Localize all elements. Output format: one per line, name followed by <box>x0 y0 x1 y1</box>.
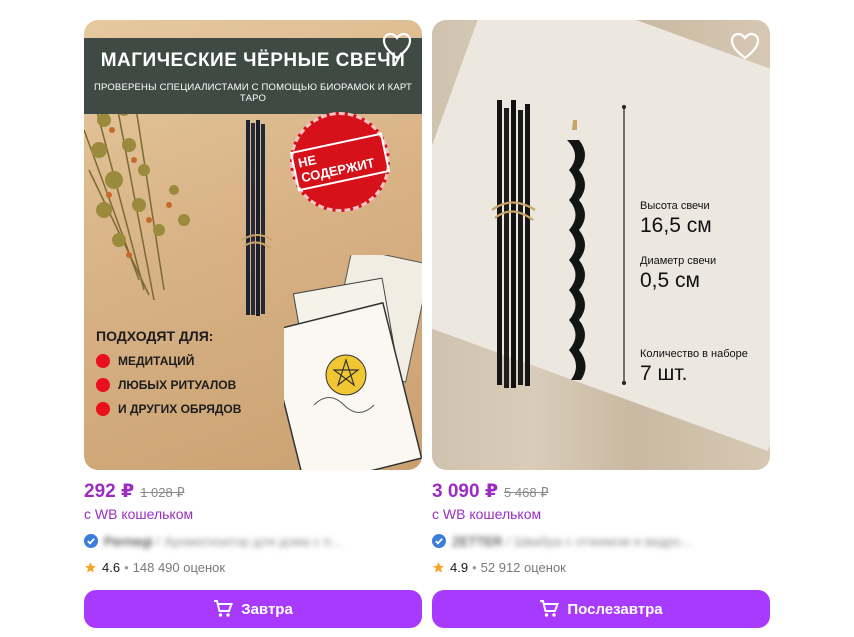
reviews-count: 148 490 оценок <box>132 559 226 575</box>
no-additives-stamp: НЕ СОДЕРЖИТ <box>280 102 400 222</box>
bullet-dot <box>96 354 110 368</box>
rating-row: 4.9 • 52 912 оценок <box>432 558 770 576</box>
black-candles-illustration <box>241 120 273 320</box>
stamp-text: НЕ СОДЕРЖИТ <box>289 132 391 192</box>
add-to-cart-button[interactable]: Послезавтра <box>432 590 770 628</box>
product-image[interactable]: МАГИЧЕСКИЕ ЧЁРНЫЕ СВЕЧИ ПРОВЕРЕНЫ СПЕЦИА… <box>84 20 422 470</box>
dot-separator: • <box>124 559 129 575</box>
product-image[interactable]: Высота свечи 16,5 см Диаметр свечи 0,5 с… <box>432 20 770 470</box>
delivery-label: Послезавтра <box>567 600 663 618</box>
spec-height: Высота свечи 16,5 см <box>640 200 712 238</box>
measure-line <box>622 105 626 385</box>
wallet-note: с WB кошельком <box>84 506 194 522</box>
banner-subtitle: ПРОВЕРЕНЫ СПЕЦИАЛИСТАМИ С ПОМОЩЬЮ БИОРАМ… <box>93 82 413 104</box>
cart-icon <box>540 600 560 617</box>
spec-value: 16,5 см <box>640 214 712 237</box>
spec-value: 0,5 см <box>640 269 700 292</box>
rating-value: 4.9 <box>450 559 469 575</box>
brand-row[interactable]: Permegi / Ароматизатор для дома с п... <box>84 532 422 550</box>
dried-herbs-illustration <box>84 89 234 310</box>
add-to-cart-button[interactable]: Завтра <box>84 590 422 628</box>
reviews-count: 52 912 оценок <box>480 559 566 575</box>
fits-item-label: И ДРУГИХ ОБРЯДОВ <box>118 402 242 416</box>
price-row: 3 090 ₽ 5 468 ₽ <box>432 480 770 502</box>
dot-separator: • <box>472 559 477 575</box>
current-price: 3 090 ₽ <box>432 481 499 502</box>
fits-item: ЛЮБЫХ РИТУАЛОВ <box>96 378 241 392</box>
old-price: 1 028 ₽ <box>140 485 185 500</box>
check-badge-icon <box>84 534 98 548</box>
product-name[interactable]: Ароматизатор для дома с п... <box>164 534 399 549</box>
spec-label: Диаметр свечи <box>640 255 717 267</box>
current-price: 292 ₽ <box>84 481 135 502</box>
brand-name[interactable]: ZETTER <box>452 534 503 549</box>
fits-item-label: МЕДИТАЦИЙ <box>118 354 195 368</box>
fits-item: МЕДИТАЦИЙ <box>96 354 241 368</box>
rating-value: 4.6 <box>102 559 121 575</box>
product-card[interactable]: Высота свечи 16,5 см Диаметр свечи 0,5 с… <box>432 20 770 628</box>
bullet-dot <box>96 378 110 392</box>
bullet-dot <box>96 402 110 416</box>
black-candles-illustration <box>487 100 607 400</box>
star-icon <box>433 561 444 573</box>
spec-diameter: Диаметр свечи 0,5 см <box>640 255 716 293</box>
spec-label: Количество в наборе <box>640 348 748 360</box>
star-icon <box>85 561 96 573</box>
image-banner: МАГИЧЕСКИЕ ЧЁРНЫЕ СВЕЧИ ПРОВЕРЕНЫ СПЕЦИА… <box>84 38 422 114</box>
separator: / <box>156 533 161 549</box>
fits-heading: ПОДХОДЯТ ДЛЯ: <box>96 328 214 344</box>
cart-icon <box>214 600 234 617</box>
spec-label: Высота свечи <box>640 200 710 212</box>
fits-item: И ДРУГИХ ОБРЯДОВ <box>96 402 241 416</box>
spec-quantity: Количество в наборе 7 шт. <box>640 348 748 386</box>
favorite-heart-icon[interactable] <box>730 32 760 60</box>
wallet-note: с WB кошельком <box>432 506 542 522</box>
fits-for-list: ПОДХОДЯТ ДЛЯ: МЕДИТАЦИЙ ЛЮБЫХ РИТУАЛОВ И… <box>96 328 241 416</box>
old-price: 5 468 ₽ <box>504 485 549 500</box>
brand-name[interactable]: Permegi <box>104 534 152 549</box>
tarot-cards-illustration <box>265 247 422 470</box>
brand-row[interactable]: ZETTER / Швабра с отжимом и ведро... <box>432 532 770 550</box>
separator: / <box>506 533 511 549</box>
banner-title: МАГИЧЕСКИЕ ЧЁРНЫЕ СВЕЧИ <box>100 50 406 71</box>
spec-value: 7 шт. <box>640 362 688 385</box>
check-badge-icon <box>432 534 446 548</box>
fits-item-label: ЛЮБЫХ РИТУАЛОВ <box>118 378 237 392</box>
rating-row: 4.6 • 148 490 оценок <box>84 558 422 576</box>
delivery-label: Завтра <box>241 600 293 618</box>
product-name[interactable]: Швабра с отжимом и ведро... <box>514 534 749 549</box>
price-row: 292 ₽ 1 028 ₽ <box>84 480 422 502</box>
product-card[interactable]: МАГИЧЕСКИЕ ЧЁРНЫЕ СВЕЧИ ПРОВЕРЕНЫ СПЕЦИА… <box>84 20 422 628</box>
favorite-heart-icon[interactable] <box>382 32 412 60</box>
